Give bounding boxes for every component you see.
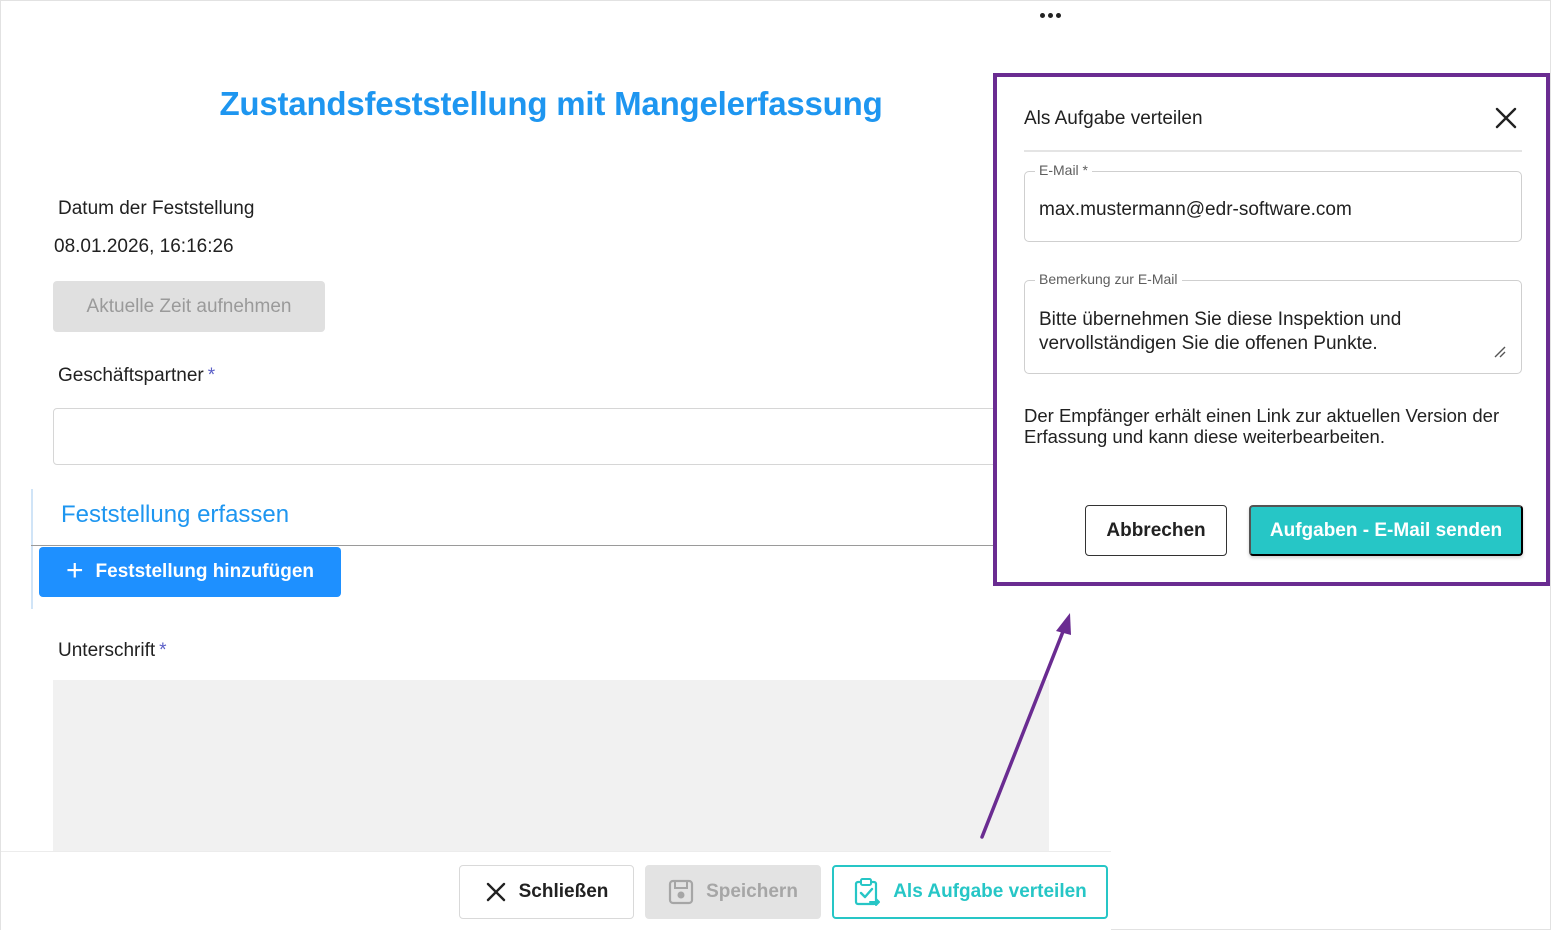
signature-pad[interactable] xyxy=(53,680,1049,860)
close-label: Schließen xyxy=(518,881,609,902)
cancel-button[interactable]: Abbrechen xyxy=(1085,505,1227,556)
send-task-email-button[interactable]: Aufgaben - E-Mail senden xyxy=(1249,505,1523,556)
section-title: Feststellung erfassen xyxy=(61,501,290,528)
section-rule xyxy=(31,489,33,609)
required-mark: * xyxy=(159,640,167,661)
dialog-title: Als Aufgabe verteilen xyxy=(1024,108,1203,129)
assign-as-task-label: Als Aufgabe verteilen xyxy=(893,881,1087,902)
cancel-label: Abbrechen xyxy=(1106,519,1206,541)
email-field-value[interactable]: max.mustermann@edr-software.com xyxy=(1039,199,1352,221)
page-title: Zustandsfeststellung mit Mangelerfassung xyxy=(219,85,883,122)
required-mark: * xyxy=(207,365,216,386)
signature-label-text: Unterschrift xyxy=(58,640,156,661)
assign-as-task-button[interactable]: Als Aufgabe verteilen xyxy=(832,865,1108,919)
email-field-label: E-Mail * xyxy=(1035,162,1093,178)
signature-label: Unterschrift * xyxy=(58,640,167,662)
more-menu-icon[interactable] xyxy=(1035,3,1065,27)
section-divider xyxy=(31,545,1013,546)
add-finding-label: Feststellung hinzufügen xyxy=(95,561,315,582)
send-task-email-label: Aufgaben - E-Mail senden xyxy=(1269,519,1503,541)
dialog-close-icon[interactable] xyxy=(1491,103,1521,133)
dialog-info-text: Der Empfänger erhält einen Link zur aktu… xyxy=(1024,405,1500,447)
save-button[interactable]: Speichern xyxy=(645,865,821,919)
clipboard-check-icon xyxy=(855,878,881,906)
business-partner-label-text: Geschäftspartner xyxy=(58,365,204,386)
add-finding-button[interactable]: + Feststellung hinzufügen xyxy=(39,547,341,597)
record-current-time-button[interactable]: Aktuelle Zeit aufnehmen xyxy=(53,281,325,332)
close-icon xyxy=(486,882,505,902)
email-remark-label: Bemerkung zur E-Mail xyxy=(1035,271,1182,287)
resize-handle-icon[interactable] xyxy=(1492,344,1506,358)
business-partner-input[interactable] xyxy=(53,408,1013,465)
email-remark-value[interactable]: Bitte übernehmen Sie diese Inspektion un… xyxy=(1039,308,1489,356)
plus-icon: + xyxy=(65,553,84,587)
floppy-disk-icon xyxy=(668,879,694,905)
date-value: 08.01.2026, 16:16:26 xyxy=(54,236,234,257)
dialog-divider xyxy=(1024,150,1522,152)
save-label: Speichern xyxy=(706,881,798,902)
date-label: Datum der Feststellung xyxy=(58,198,255,219)
close-button[interactable]: Schließen xyxy=(459,865,634,919)
record-current-time-label: Aktuelle Zeit aufnehmen xyxy=(86,295,292,317)
business-partner-label: Geschäftspartner * xyxy=(58,365,215,387)
app-window: Zustandsfeststellung mit Mangelerfassung… xyxy=(0,0,1551,930)
